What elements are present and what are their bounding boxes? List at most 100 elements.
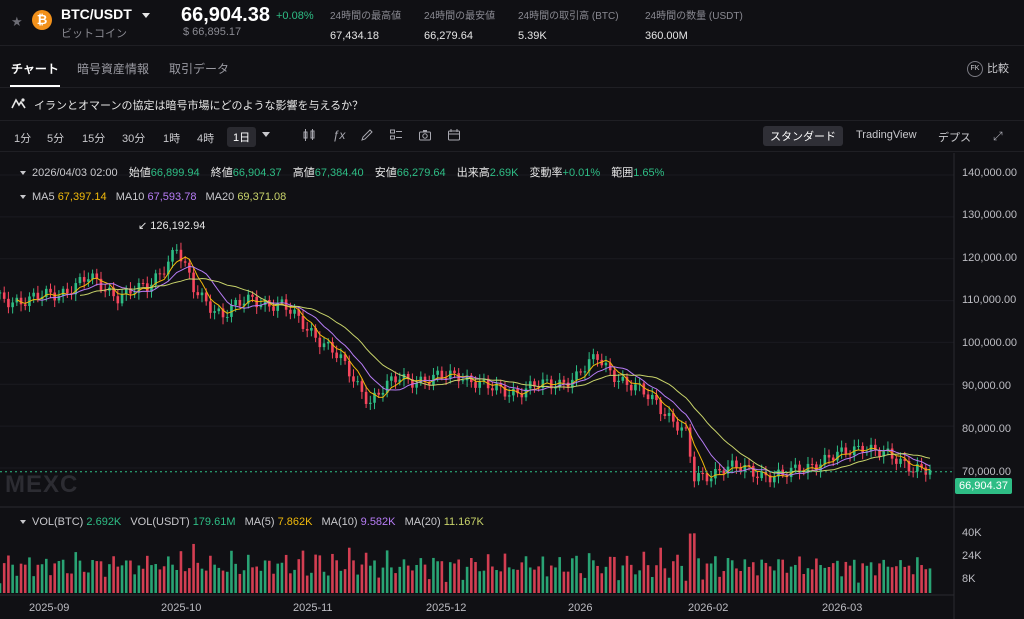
candle: [911, 471, 915, 473]
price-chart[interactable]: MEXC 2026/04/03 02:00 始値66,899.94 終値66,9…: [0, 153, 1024, 619]
candle: [840, 447, 843, 452]
volume-bar: [141, 568, 145, 593]
vol-btc-label: VOL(BTC): [32, 516, 84, 528]
candles-icon[interactable]: [302, 128, 316, 142]
collapse-chevron-icon[interactable]: [20, 195, 26, 200]
vol-ma5-value: 7.862K: [277, 516, 313, 528]
volume-bar: [360, 564, 364, 593]
volume-bar: [394, 573, 397, 593]
candle: [773, 476, 776, 483]
volume-bar: [179, 551, 183, 593]
tab-asset-info[interactable]: 暗号資産情報: [77, 60, 149, 77]
candle: [596, 354, 599, 360]
volume-bar: [840, 576, 843, 593]
collapse-chevron-icon[interactable]: [20, 520, 26, 525]
candle: [162, 273, 166, 275]
volume-bar: [899, 560, 902, 593]
candle: [667, 413, 671, 416]
timeframe-30m[interactable]: 30分: [122, 130, 145, 146]
volume-bar: [638, 570, 641, 593]
timeframe-1m[interactable]: 1分: [14, 130, 31, 146]
volume-bar: [608, 556, 612, 593]
vol-ma20-value: 11.167K: [443, 516, 484, 528]
timeframe-15m[interactable]: 15分: [82, 130, 105, 146]
y-tick: 90,000.00: [962, 380, 1011, 392]
candle: [453, 370, 456, 374]
volume-bar: [103, 576, 107, 593]
volume-bar: [693, 533, 696, 593]
volume-bar: [448, 562, 452, 593]
view-tradingview[interactable]: TradingView: [856, 129, 917, 141]
volume-bar: [680, 565, 684, 593]
volume-bar: [196, 562, 200, 593]
candle: [831, 457, 835, 461]
camera-icon[interactable]: [418, 128, 432, 142]
volume-bar: [747, 566, 751, 593]
tab-chart[interactable]: チャート: [11, 60, 59, 77]
candle: [7, 298, 10, 308]
volume-bar: [2, 563, 6, 593]
candle: [461, 380, 465, 382]
volume-bar: [200, 568, 204, 593]
candle: [579, 371, 583, 373]
volume-bar: [756, 575, 759, 593]
volume-bar: [293, 569, 296, 593]
volume-bar: [318, 555, 322, 593]
volume-bar: [36, 564, 40, 593]
volume-tick: 40K: [962, 527, 982, 539]
volume-bar: [916, 557, 919, 593]
volume-bar: [604, 566, 608, 593]
volume-bar: [642, 551, 646, 593]
volume-bar: [352, 560, 355, 593]
stat-label: 24時間の取引高 (BTC): [518, 11, 619, 22]
volume-bar: [541, 556, 545, 593]
candle: [276, 302, 280, 311]
candle: [305, 328, 309, 331]
volume-bar: [44, 558, 48, 593]
tab-trade-data[interactable]: 取引データ: [169, 60, 229, 77]
volume-bar: [112, 556, 115, 593]
draw-icon[interactable]: [360, 128, 374, 142]
timeframe-5m[interactable]: 5分: [47, 130, 64, 146]
stat-value: 360.00M: [645, 30, 688, 42]
calendar-icon[interactable]: [447, 128, 461, 142]
news-banner[interactable]: イランとオマーンの協定は暗号市場にどのような影響を与えるか？: [0, 89, 1024, 119]
volume-bar: [301, 550, 305, 593]
volume-bar: [785, 572, 789, 593]
candle: [895, 458, 898, 464]
view-depth[interactable]: デプス: [938, 129, 971, 145]
volume-bar: [230, 550, 233, 593]
volume-bar: [592, 560, 595, 593]
favorite-star-icon[interactable]: ★: [11, 14, 23, 30]
volume-bar: [659, 547, 662, 593]
collapse-chevron-icon[interactable]: [20, 171, 26, 176]
change-label: 変動率: [529, 167, 563, 179]
candle: [646, 394, 650, 400]
timeframe-1d[interactable]: 1日: [227, 127, 257, 147]
pair-selector[interactable]: BTC/USDT: [61, 6, 132, 22]
more-timeframes-chevron-icon[interactable]: [262, 132, 270, 137]
close-label: 終値: [210, 167, 233, 179]
view-standard[interactable]: スタンダード: [763, 126, 843, 146]
vol-ma20-label: MA(20): [404, 516, 441, 528]
candle: [171, 249, 174, 262]
volume-bar: [343, 569, 347, 593]
compare-button[interactable]: FK 比較: [967, 60, 1009, 78]
range-label: 範囲: [611, 167, 634, 179]
volume-bar: [390, 567, 393, 593]
template-icon[interactable]: [389, 128, 403, 142]
volume-bar: [150, 565, 153, 593]
fullscreen-icon[interactable]: ⤢: [993, 129, 1003, 144]
timeframe-1h[interactable]: 1時: [163, 130, 180, 146]
x-tick: 2025-11: [293, 602, 333, 614]
chevron-down-icon[interactable]: [142, 13, 150, 18]
news-headline[interactable]: イランとオマーンの協定は暗号市場にどのような影響を与えるか？: [34, 97, 363, 113]
volume-bar: [347, 547, 351, 593]
candle: [347, 360, 351, 377]
volume-bar: [857, 582, 860, 593]
indicator-icon[interactable]: ƒx: [332, 128, 346, 142]
high-value: 67,384.40: [314, 167, 364, 179]
candle: [756, 476, 759, 479]
timeframe-4h[interactable]: 4時: [197, 130, 214, 146]
chart-toolbar: 1分 5分 15分 30分 1時 4時 1日 ƒx スタンダード Trading…: [0, 120, 1024, 152]
